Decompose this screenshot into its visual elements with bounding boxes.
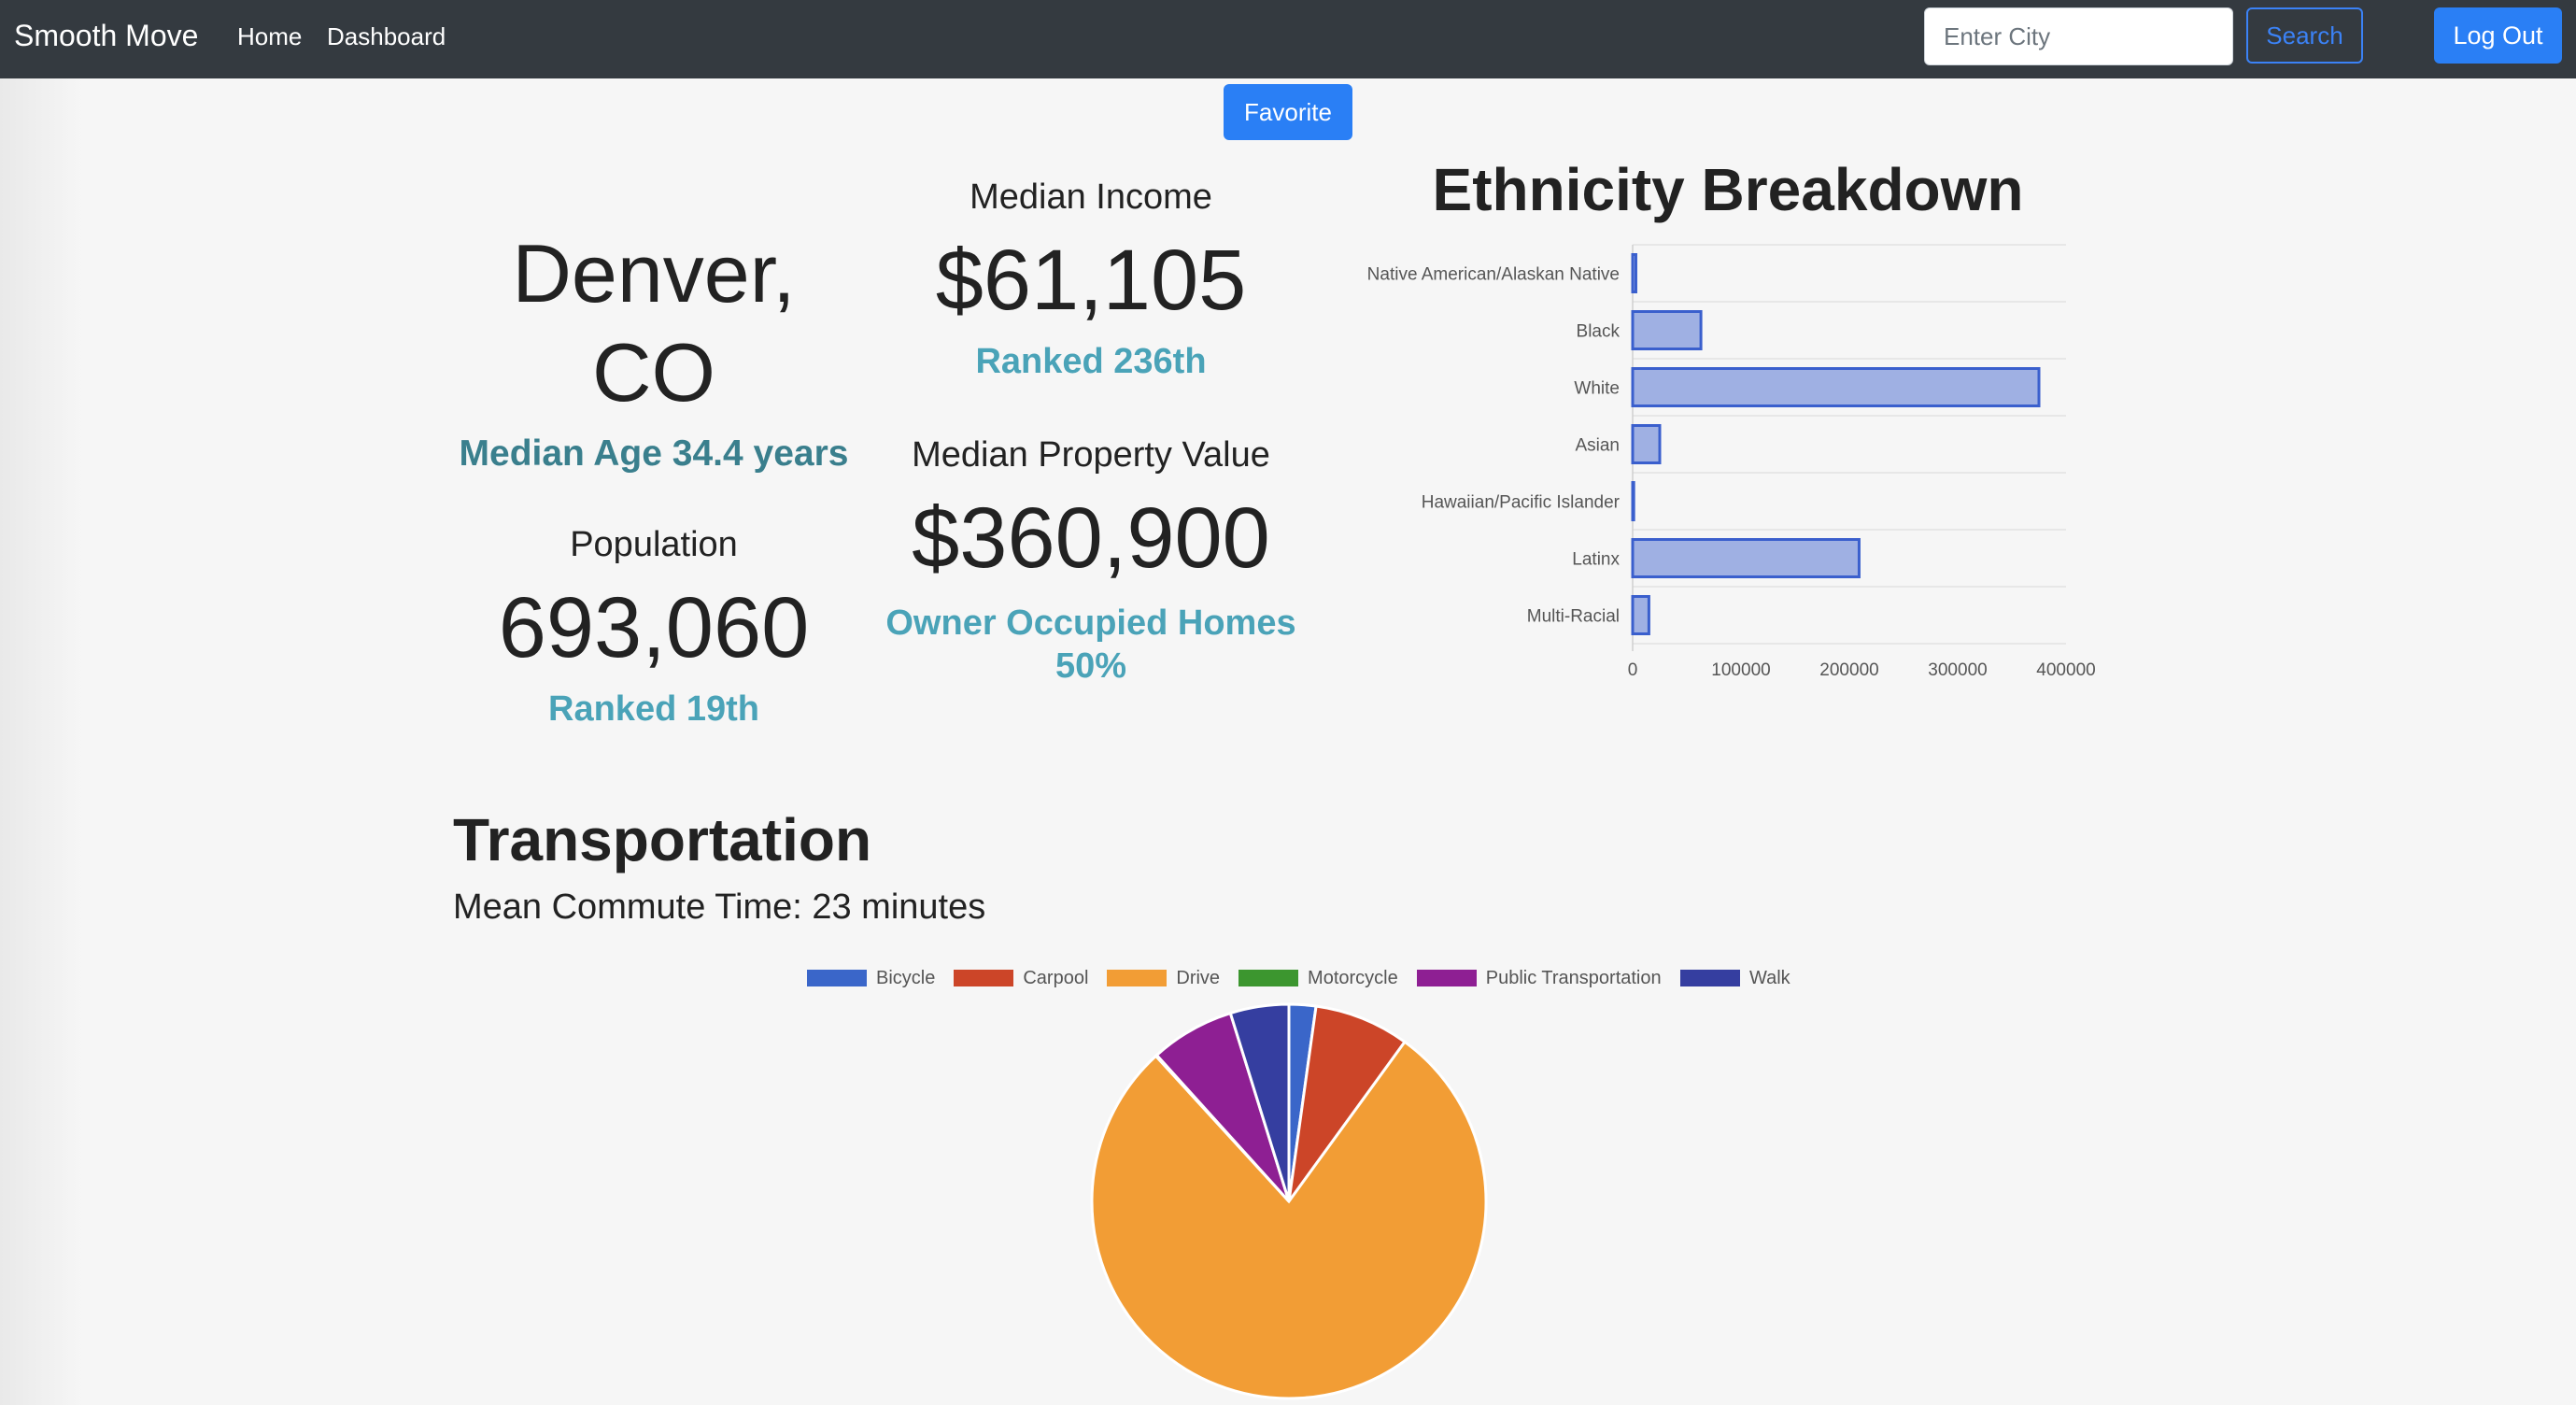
legend-label: Walk: [1748, 968, 1790, 988]
page-shade: [0, 78, 84, 1405]
x-tick-label: 100000: [1711, 660, 1770, 680]
legend-swatch: [1416, 970, 1477, 986]
legend-swatch: [807, 970, 867, 986]
bar-hawaiian-pacific-islander: [1631, 481, 1635, 521]
property-value: $360,900: [912, 490, 1270, 586]
bar-native-american-alaskan-native: [1631, 253, 1637, 293]
y-tick-label: Native American/Alaskan Native: [1367, 265, 1620, 285]
bar-asian: [1631, 424, 1662, 464]
x-tick-label: 400000: [2036, 660, 2095, 680]
population-rank: Ranked 19th: [548, 689, 759, 729]
y-tick-label: Multi-Racial: [1527, 607, 1620, 627]
median-age: Median Age 34.4 years: [459, 433, 849, 474]
legend-swatch: [1238, 970, 1299, 986]
search-button[interactable]: Search: [2246, 7, 2363, 64]
population-value: 693,060: [498, 580, 810, 675]
legend-label: Bicycle: [876, 968, 936, 988]
favorite-button[interactable]: Favorite: [1224, 84, 1352, 140]
population-label: Population: [570, 525, 738, 564]
transportation-title: Transportation: [453, 806, 872, 873]
navbar: Smooth Move Home Dashboard Search Log Ou…: [0, 0, 2576, 78]
brand-logo[interactable]: Smooth Move: [14, 19, 198, 53]
property-value-label: Median Property Value: [912, 435, 1270, 475]
city-name-line2: CO: [592, 326, 715, 419]
income-rank: Ranked 236th: [975, 342, 1207, 381]
logout-button[interactable]: Log Out: [2434, 7, 2562, 64]
transport-pie-chart: [1090, 1002, 1488, 1400]
transport-legend: Bicycle Carpool Drive Motorcycle Public Tran…: [803, 964, 1790, 992]
legend-swatch: [954, 970, 1014, 986]
nav-link-home[interactable]: Home: [237, 22, 302, 51]
owner-occupied-value: 50%: [1054, 646, 1127, 686]
y-tick-label: Hawaiian/Pacific Islander: [1422, 493, 1621, 513]
income-label: Median Income: [970, 177, 1212, 217]
y-tick-label: Black: [1577, 322, 1621, 342]
x-tick-label: 300000: [1928, 660, 1987, 680]
owner-occupied: Owner Occupied Homes 50%: [857, 602, 1324, 688]
legend-label: Motorcycle: [1308, 968, 1398, 988]
ethnicity-bar-chart: Native American/Alaskan Native Black White…: [1367, 244, 2096, 680]
owner-occupied-label: Owner Occupied Homes: [885, 603, 1296, 643]
city-name-line1: Denver,: [512, 227, 796, 319]
city-search-input[interactable]: [1924, 7, 2233, 65]
legend-label: Public Transportation: [1485, 968, 1662, 988]
bar-black: [1631, 310, 1703, 350]
bar-multi-racial: [1631, 595, 1650, 635]
y-tick-label: Asian: [1575, 436, 1620, 456]
bar-white: [1631, 367, 2041, 407]
city-name: Denver, CO: [439, 224, 869, 422]
legend-label: Drive: [1176, 968, 1221, 988]
ethnicity-title: Ethnicity Breakdown: [1432, 156, 2024, 223]
y-tick-label: White: [1574, 379, 1620, 399]
bar-latinx: [1631, 538, 1861, 578]
legend-swatch: [1107, 970, 1168, 986]
x-tick-label: 0: [1628, 660, 1638, 680]
mean-commute-time: Mean Commute Time: 23 minutes: [453, 887, 986, 927]
income-value: $61,105: [935, 233, 1247, 328]
nav-link-dashboard[interactable]: Dashboard: [327, 22, 446, 51]
x-tick-label: 200000: [1819, 660, 1878, 680]
legend-label: Carpool: [1023, 968, 1089, 988]
y-tick-label: Latinx: [1572, 550, 1620, 570]
legend-swatch: [1679, 970, 1740, 986]
